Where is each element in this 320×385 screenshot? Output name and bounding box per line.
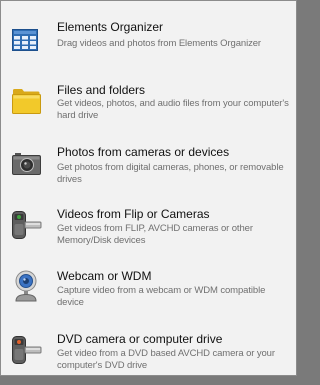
menu-item-title: Elements Organizer [57, 20, 164, 34]
add-media-panel: Elements Organizer Drag videos and photo… [0, 0, 297, 376]
menu-item-webcam-or-wdm[interactable]: Webcam or WDM Capture video from a webca… [1, 263, 296, 323]
menu-item-title: DVD camera or computer drive [57, 332, 223, 346]
menu-item-dvd-camera-or-drive[interactable]: DVD camera or computer drive Get video f… [1, 325, 296, 385]
menu-item-description: Get video from a DVD based AVCHD camera … [57, 348, 275, 371]
folder-icon [12, 88, 41, 114]
camera-icon [12, 151, 41, 175]
dvd-camcorder-icon [12, 335, 42, 365]
elements-organizer-grid-icon [12, 29, 38, 51]
menu-item-title: Webcam or WDM [57, 269, 152, 283]
menu-item-title: Videos from Flip or Cameras [57, 207, 210, 221]
menu-item-elements-organizer[interactable]: Elements Organizer Drag videos and photo… [1, 13, 296, 73]
menu-item-description: Get videos, photos, and audio files from… [57, 98, 289, 121]
menu-item-description: Get videos from FLIP, AVCHD cameras or o… [57, 223, 253, 246]
flip-camcorder-icon [12, 210, 42, 240]
webcam-icon [12, 270, 40, 302]
menu-item-description: Get photos from digital cameras, phones,… [57, 162, 284, 185]
menu-item-description: Capture video from a webcam or WDM compa… [57, 285, 266, 308]
menu-item-files-and-folders[interactable]: Files and folders Get videos, photos, an… [1, 75, 296, 135]
menu-item-photos-from-cameras[interactable]: Photos from cameras or devices Get photo… [1, 138, 296, 198]
menu-item-title: Photos from cameras or devices [57, 145, 230, 159]
menu-item-description: Drag videos and photos from Elements Org… [57, 38, 261, 49]
menu-item-videos-from-flip[interactable]: Videos from Flip or Cameras Get videos f… [1, 200, 296, 260]
menu-item-title: Files and folders [57, 83, 146, 97]
